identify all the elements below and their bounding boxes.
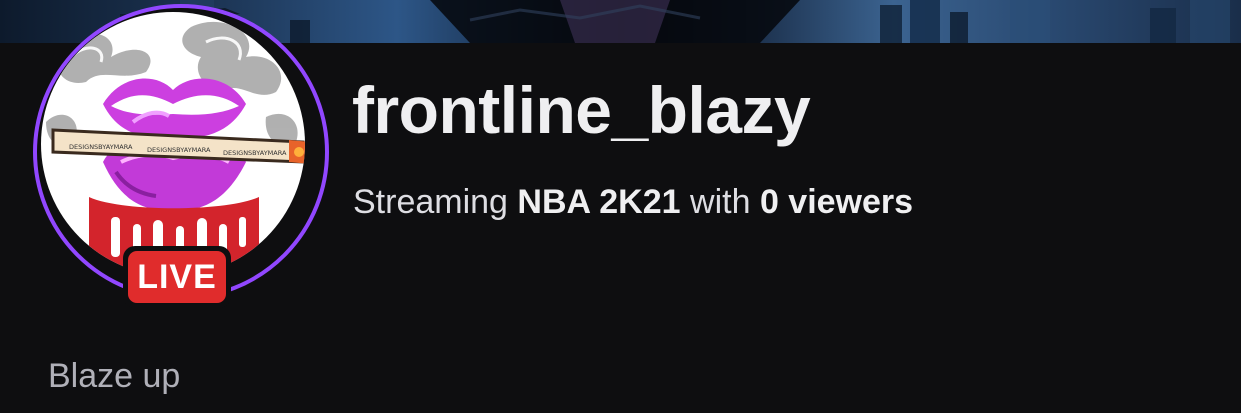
svg-text:DESIGNSBYAYMARA: DESIGNSBYAYMARA: [223, 149, 287, 157]
live-label: LIVE: [128, 251, 226, 303]
status-prefix: Streaming: [353, 183, 508, 221]
viewer-count: 0 viewers: [759, 183, 914, 221]
avatar-image: DESIGNSBYAYMARA DESIGNSBYAYMARA DESIGNSB…: [41, 12, 305, 276]
stream-status: Streaming NBA 2K21 with 0 viewers: [353, 183, 913, 222]
svg-text:DESIGNSBYAYMARA: DESIGNSBYAYMARA: [147, 146, 211, 154]
live-badge: LIVE: [123, 246, 231, 308]
game-link[interactable]: NBA 2K21: [517, 183, 680, 221]
svg-text:DESIGNSBYAYMARA: DESIGNSBYAYMARA: [69, 143, 133, 151]
status-middle: with: [690, 183, 751, 221]
channel-bio: Blaze up: [48, 357, 181, 395]
channel-avatar[interactable]: DESIGNSBYAYMARA DESIGNSBYAYMARA DESIGNSB…: [33, 4, 329, 308]
channel-name[interactable]: frontline_blazy: [352, 72, 811, 148]
lips-with-joint-avatar-icon: DESIGNSBYAYMARA DESIGNSBYAYMARA DESIGNSB…: [46, 21, 305, 276]
